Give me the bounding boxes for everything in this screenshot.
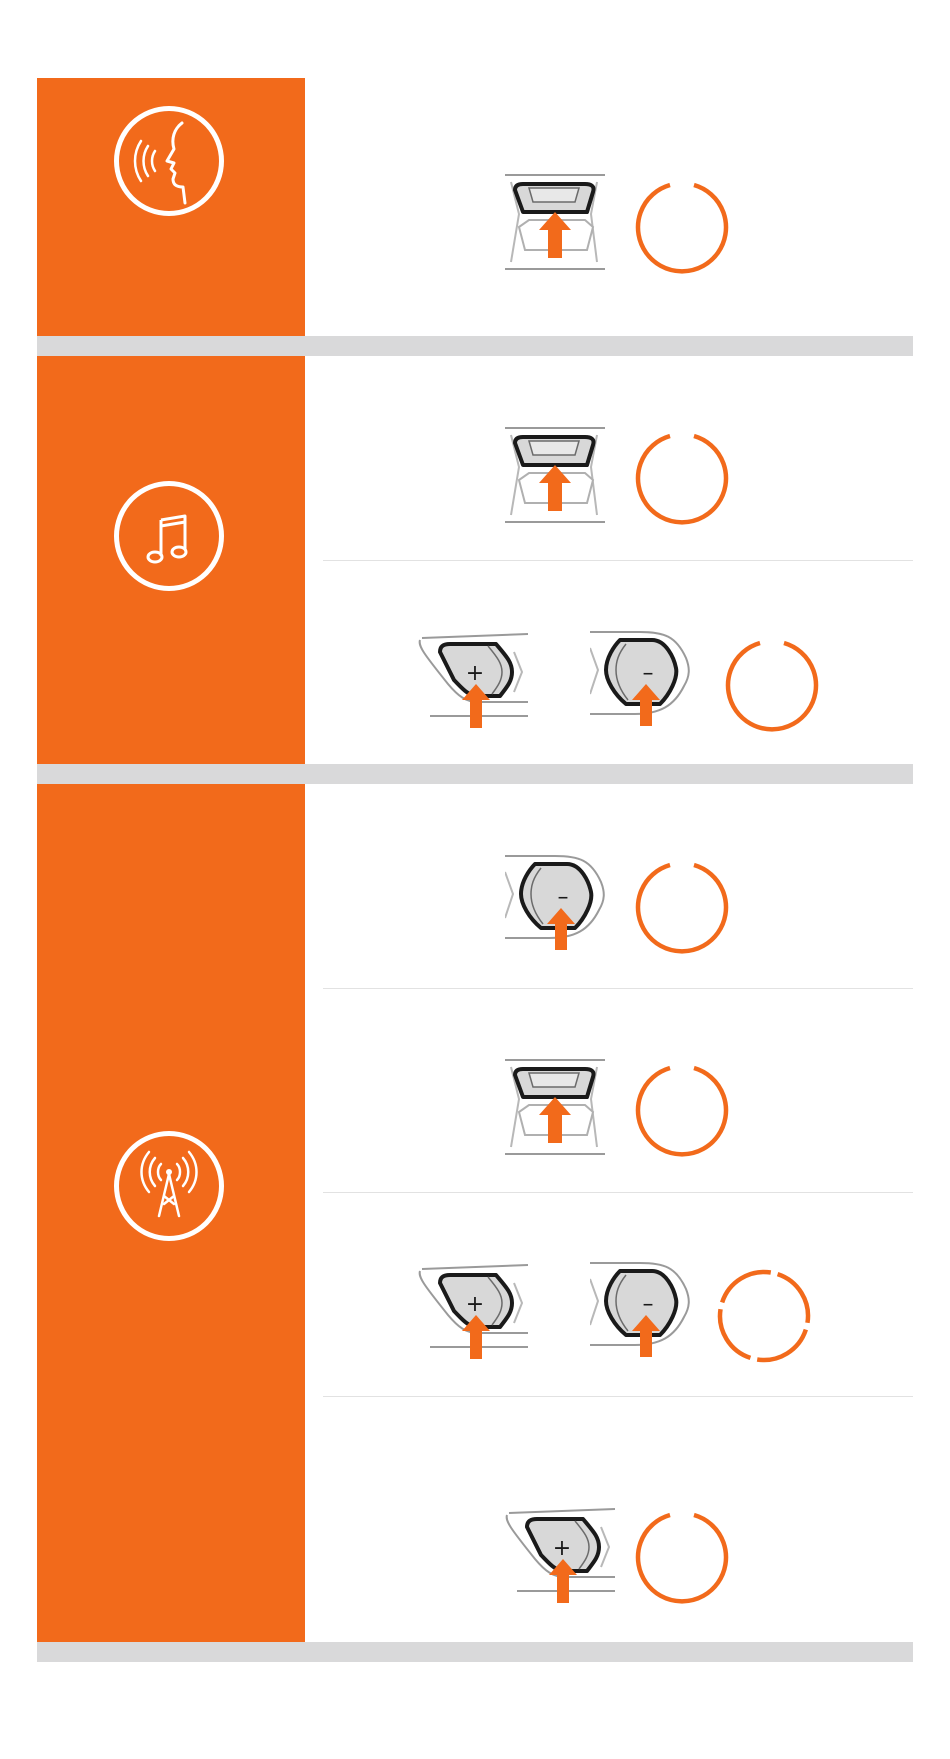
center-button: [505, 427, 605, 523]
radio-tower-icon: [114, 1131, 224, 1241]
svg-text:–: –: [558, 885, 569, 910]
tap-indicator-ring: [725, 640, 819, 732]
section-separator: [37, 336, 913, 356]
tap-indicator-ring: [635, 1065, 729, 1157]
section-separator: [37, 1642, 913, 1662]
svg-text:+: +: [553, 1536, 571, 1561]
section-separator: [37, 764, 913, 784]
minus-button: –: [590, 631, 690, 726]
tap-indicator-ring: [635, 433, 729, 525]
section-voice-command: [37, 78, 913, 336]
voice-command-icon: [114, 106, 224, 216]
svg-text:–: –: [643, 661, 654, 686]
section-radio: [37, 784, 913, 1642]
music-note-icon: [114, 481, 224, 591]
svg-text:+: +: [466, 1292, 484, 1317]
tap-indicator-ring: [635, 180, 729, 274]
svg-text:–: –: [643, 1292, 654, 1317]
row-divider: [323, 1192, 913, 1193]
row-divider: [323, 1396, 913, 1397]
plus-button: +: [418, 633, 528, 728]
svg-text:+: +: [466, 661, 484, 686]
center-button: [505, 174, 605, 270]
dashed-tap-indicator-ring: [717, 1269, 811, 1363]
minus-button: –: [505, 855, 605, 950]
row-divider: [323, 988, 913, 989]
minus-button: –: [590, 1262, 690, 1357]
tap-indicator-ring: [635, 862, 729, 954]
center-button: [505, 1059, 605, 1155]
plus-button: +: [505, 1508, 615, 1603]
plus-button: +: [418, 1264, 528, 1359]
tap-indicator-ring: [635, 1512, 729, 1604]
row-divider: [323, 560, 913, 561]
